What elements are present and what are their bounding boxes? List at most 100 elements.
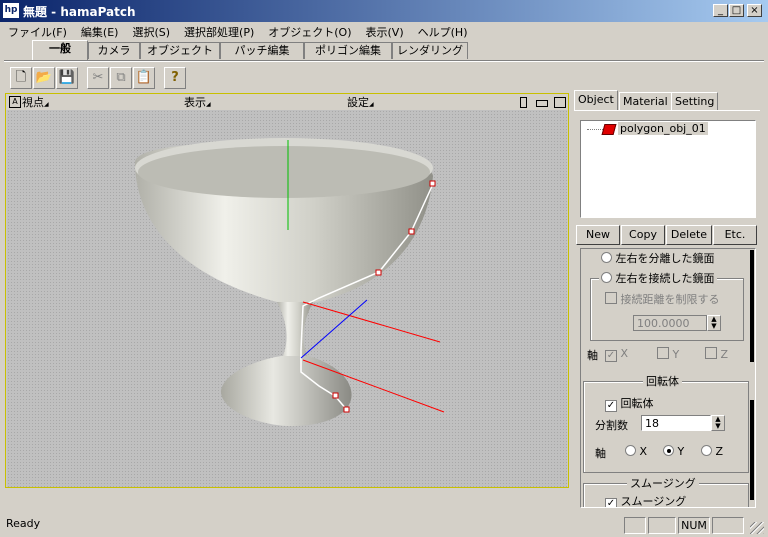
resize-grip-icon[interactable]	[750, 522, 764, 534]
revolve-enable-checkbox[interactable]: ✓	[605, 400, 617, 412]
divisions-field[interactable]: 18	[641, 415, 711, 431]
menu-selection-process[interactable]: 選択部処理(P)	[176, 22, 260, 40]
tab-polygon-edit[interactable]: ポリゴン編集	[304, 42, 392, 59]
menu-edit[interactable]: 編集(E)	[73, 22, 125, 40]
divisions-spinner[interactable]: ▲ ▼	[711, 415, 725, 431]
radio-revolve-axis-y[interactable]	[663, 445, 674, 456]
mirror-axis-x[interactable]: ✓ X	[605, 347, 628, 362]
paste-icon[interactable]: 📋	[133, 67, 155, 89]
revolve-axis-label: 軸	[595, 447, 606, 460]
radio-revolve-axis-z[interactable]	[701, 445, 712, 456]
window-title: 無題 - hamaPatch	[23, 5, 136, 19]
viewport-menu-display[interactable]: 表示◢	[184, 94, 211, 110]
object-panel: Object Material Setting polygon_obj_01 N…	[572, 90, 768, 510]
mirror-axis-x-checkbox[interactable]: ✓	[605, 350, 617, 362]
tab-object[interactable]: オブジェクト	[140, 42, 220, 59]
new-file-icon[interactable]: 🗋	[10, 67, 32, 89]
revolve-axis-x[interactable]: X	[625, 445, 647, 458]
smoothing-group-title: スムージング	[627, 475, 699, 491]
revolve-axis-z-label: Z	[715, 445, 724, 458]
menu-select[interactable]: 選択(S)	[124, 22, 176, 40]
menu-object[interactable]: オブジェクト(O)	[260, 22, 357, 40]
object-tree[interactable]: polygon_obj_01	[580, 120, 756, 218]
smoothing-enable-option[interactable]: ✓ スムージング	[605, 493, 687, 508]
dropdown-arrow-icon: ◢	[206, 101, 211, 108]
revolve-axis-z[interactable]: Z	[701, 445, 723, 458]
goblet-inner	[138, 146, 430, 198]
menu-help[interactable]: ヘルプ(H)	[410, 22, 474, 40]
goblet-stem	[277, 302, 313, 360]
revolve-axis-x-label: X	[639, 445, 648, 458]
mirror-connect-group	[590, 278, 744, 341]
maximize-button[interactable]: □	[729, 4, 744, 17]
mirror-axis-z[interactable]: Z	[705, 347, 728, 361]
viewport-3d[interactable]: A 視点◢ 表示◢ 設定◢	[5, 93, 569, 488]
smoothing-enable-checkbox[interactable]: ✓	[605, 498, 617, 507]
mirror-axis-y-checkbox[interactable]	[657, 347, 669, 359]
goblet-base	[220, 356, 352, 427]
close-button[interactable]: ×	[747, 4, 762, 17]
menu-view[interactable]: 表示(V)	[358, 22, 410, 40]
etc-button[interactable]: Etc.	[713, 225, 757, 245]
copy-object-button[interactable]: Copy	[621, 225, 665, 245]
mirror-axis-y[interactable]: Y	[657, 347, 679, 361]
new-object-button[interactable]: New	[576, 225, 620, 245]
revolve-enable-label: 回転体	[620, 397, 654, 410]
tab-patch-edit[interactable]: パッチ編集	[220, 42, 304, 59]
revolve-axis-y[interactable]: Y	[663, 445, 684, 458]
viewport-menu-settings[interactable]: 設定◢	[347, 94, 374, 110]
viewport-corner-icon[interactable]: A	[9, 96, 21, 108]
panel-tab-line	[574, 110, 760, 111]
viewport-canvas[interactable]	[7, 110, 567, 487]
limit-distance-field[interactable]: 100.0000	[633, 315, 707, 331]
revolve-group-title: 回転体	[643, 373, 682, 389]
option-mirror-separate[interactable]: 左右を分離した鏡面	[601, 250, 715, 266]
mirror-axis-x-label: X	[620, 347, 629, 360]
tab-panel-material[interactable]: Material	[619, 92, 672, 110]
radio-mirror-separate[interactable]	[601, 252, 612, 263]
revolve-axis-y-label: Y	[677, 445, 685, 458]
properties-scrollbar-track[interactable]	[750, 400, 754, 500]
goblet-scene	[135, 138, 445, 427]
properties-scrollbar-thumb[interactable]	[750, 250, 754, 362]
dropdown-arrow-icon: ◢	[369, 101, 374, 108]
viewport-menu-view[interactable]: 視点◢	[22, 94, 49, 110]
split-horizontal-icon[interactable]	[536, 100, 548, 107]
revolve-enable-option[interactable]: ✓ 回転体	[605, 395, 654, 412]
mirror-axis-z-checkbox[interactable]	[705, 347, 717, 359]
tab-general[interactable]: 一般	[32, 40, 88, 60]
tab-camera[interactable]: カメラ	[88, 42, 140, 59]
cut-icon[interactable]: ✂	[87, 67, 109, 89]
tab-panel-setting[interactable]: Setting	[671, 92, 719, 110]
limit-distance-spinner[interactable]: ▲ ▼	[707, 315, 721, 331]
limit-distance-option[interactable]: 接続距離を制限する	[605, 291, 720, 307]
tab-panel-object[interactable]: Object	[574, 90, 618, 111]
axis-z	[300, 299, 368, 359]
menu-file[interactable]: ファイル(F)	[0, 22, 73, 40]
open-folder-icon[interactable]: 📂	[33, 67, 55, 89]
status-cell-2	[648, 517, 676, 534]
help-icon[interactable]: ?	[164, 67, 186, 89]
save-icon[interactable]: 💾	[56, 67, 78, 89]
copy-icon[interactable]: ⧉	[110, 67, 132, 89]
tab-strip-highlight	[4, 61, 764, 62]
radio-revolve-axis-x[interactable]	[625, 445, 636, 456]
tree-item-polygon-obj[interactable]: polygon_obj_01	[618, 122, 708, 135]
axis-x-upper	[302, 301, 441, 343]
mirror-axis-y-label: Y	[672, 348, 680, 361]
radio-mirror-connected[interactable]	[601, 272, 612, 283]
single-view-icon[interactable]	[554, 97, 566, 108]
title-bar[interactable]: hp 無題 - hamaPatch _ □ ×	[0, 0, 768, 22]
limit-distance-checkbox[interactable]	[605, 292, 617, 304]
smoothing-enable-label: スムージング	[620, 495, 687, 508]
mirror-separate-label: 左右を分離した鏡面	[615, 252, 715, 265]
mirror-axis-row: 軸	[587, 347, 598, 363]
delete-object-button[interactable]: Delete	[666, 225, 712, 245]
properties-pane[interactable]: 左右を分離した鏡面 左右を接続した鏡面 接続距離を制限する 100.0000 ▲…	[580, 248, 756, 508]
minimize-button[interactable]: _	[713, 4, 728, 17]
mirror-axis-z-label: Z	[720, 348, 729, 361]
split-vertical-icon[interactable]	[520, 97, 527, 108]
tab-rendering[interactable]: レンダリング	[392, 42, 468, 59]
mirror-connected-label: 左右を接続した鏡面	[615, 272, 715, 285]
option-mirror-connected[interactable]: 左右を接続した鏡面	[599, 270, 717, 286]
